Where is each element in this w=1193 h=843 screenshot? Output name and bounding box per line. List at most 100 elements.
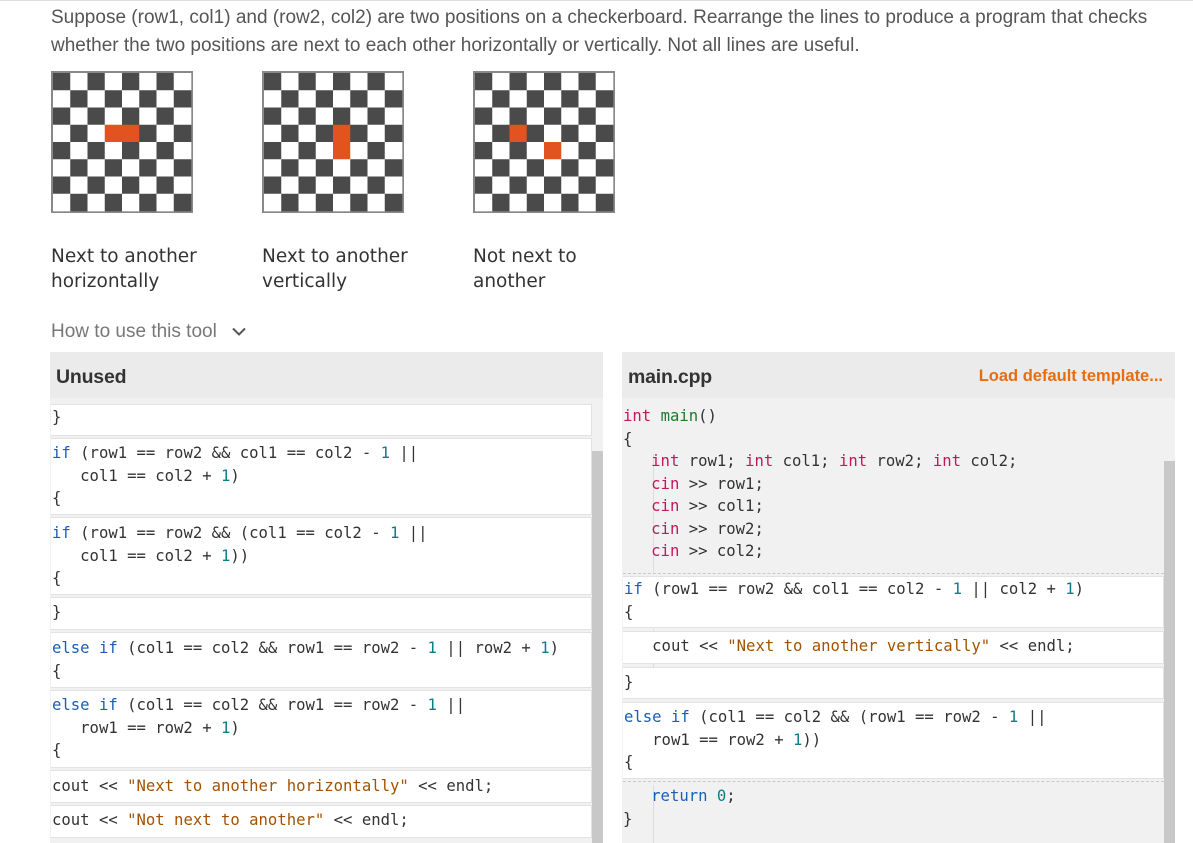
board-square — [578, 90, 597, 108]
board-square — [53, 159, 71, 177]
board-square — [526, 73, 545, 91]
board-square — [281, 142, 299, 160]
unused-block[interactable]: else if (col1 == col2 && row1 == row2 - … — [51, 690, 592, 768]
board-square — [561, 193, 579, 212]
board-square — [595, 193, 614, 212]
board-square — [544, 159, 562, 177]
board-square — [104, 90, 123, 108]
board-square — [139, 142, 157, 160]
editor-scrollbar[interactable] — [1164, 461, 1175, 843]
board-square — [315, 73, 334, 91]
board-square — [53, 90, 71, 108]
board-square — [139, 176, 157, 195]
editor-title: main.cpp — [628, 366, 712, 388]
board-square — [281, 73, 299, 91]
board-square — [315, 124, 334, 143]
board-square — [122, 176, 140, 195]
board-square — [384, 90, 403, 108]
board-square — [139, 193, 157, 212]
board-square — [595, 159, 614, 177]
checkerboard-vertical-example — [262, 71, 404, 213]
checkerboard-grid — [262, 71, 404, 213]
how-to-use-toggle[interactable]: How to use this tool — [51, 321, 246, 343]
unused-block[interactable]: if (row1 == row2 && (col1 == col2 - 1 ||… — [51, 517, 592, 595]
unused-block[interactable]: if (row1 == row2 && col1 == col2 - 1 || … — [51, 438, 592, 515]
board-square — [70, 193, 88, 212]
board-square — [526, 107, 545, 126]
placed-block[interactable]: else if (col1 == col2 && (row1 == row2 -… — [623, 702, 1164, 779]
load-default-template-link[interactable]: Load default template... — [979, 367, 1163, 386]
board-square — [70, 124, 88, 143]
board-square — [122, 193, 140, 212]
board-square — [281, 124, 299, 143]
board-square — [156, 159, 175, 177]
board-square — [87, 90, 106, 108]
board-square — [492, 124, 510, 143]
board-square — [350, 176, 368, 195]
board-square — [350, 124, 368, 143]
board-square — [492, 193, 510, 212]
board-square — [139, 107, 157, 126]
board-square — [139, 73, 157, 91]
board-square — [122, 107, 140, 126]
board-square — [104, 193, 123, 212]
board-square — [281, 193, 299, 212]
unused-block[interactable]: } — [51, 597, 592, 630]
board-square — [122, 159, 140, 177]
board-square — [264, 73, 282, 91]
board-square — [315, 107, 334, 126]
board-square — [544, 124, 562, 143]
unused-block[interactable]: cout << "Not next to another" << endl; — [51, 805, 592, 838]
drop-divider — [623, 573, 1164, 574]
placed-block[interactable]: } — [623, 667, 1164, 699]
board-square — [298, 90, 317, 108]
unused-title: Unused — [56, 366, 127, 388]
board-square — [139, 159, 157, 177]
board-square — [156, 193, 175, 212]
board-square — [173, 124, 192, 143]
unused-block[interactable]: cout << "Next to another horizontally" <… — [51, 770, 592, 803]
chevron-down-icon — [232, 327, 246, 336]
board-square — [475, 90, 493, 108]
board-square — [526, 193, 545, 212]
board-square — [298, 193, 317, 212]
fixed-code-tail: return 0; } — [623, 787, 736, 828]
board-square — [70, 142, 88, 160]
example-caption: Not next to another — [473, 246, 577, 292]
unused-block[interactable]: else if (col1 == col2 && row1 == row2 - … — [51, 632, 592, 688]
board-square — [53, 73, 71, 91]
board-square — [53, 107, 71, 126]
board-square — [281, 159, 299, 177]
board-square — [367, 124, 386, 143]
board-square — [367, 159, 386, 177]
board-square — [315, 176, 334, 195]
board-square — [367, 73, 386, 91]
board-square — [70, 73, 88, 91]
checkerboard-not-adjacent-example — [473, 71, 615, 213]
board-square — [578, 142, 597, 160]
board-square — [315, 142, 334, 160]
unused-block[interactable]: } — [51, 404, 592, 436]
board-square — [333, 107, 351, 126]
board-square — [509, 159, 528, 177]
board-square — [104, 142, 123, 160]
board-square — [87, 193, 106, 212]
board-square — [333, 176, 351, 195]
fixed-code-head: int main() { int row1; int col1; int row… — [623, 407, 1018, 560]
board-square — [156, 107, 175, 126]
board-square — [173, 142, 192, 160]
placed-block[interactable]: if (row1 == row2 && col1 == col2 - 1 || … — [623, 576, 1164, 628]
board-square — [561, 176, 579, 195]
board-square — [122, 142, 140, 160]
board-square — [509, 73, 528, 91]
board-square — [509, 176, 528, 195]
board-square — [475, 73, 493, 91]
board-square — [315, 159, 334, 177]
unused-scrollbar[interactable] — [592, 451, 603, 843]
example-caption: Next to another horizontally — [51, 246, 197, 292]
board-square — [578, 193, 597, 212]
board-square — [367, 142, 386, 160]
board-square — [264, 176, 282, 195]
highlighted-square — [104, 124, 123, 143]
placed-block[interactable]: cout << "Next to another vertically" << … — [623, 631, 1164, 664]
